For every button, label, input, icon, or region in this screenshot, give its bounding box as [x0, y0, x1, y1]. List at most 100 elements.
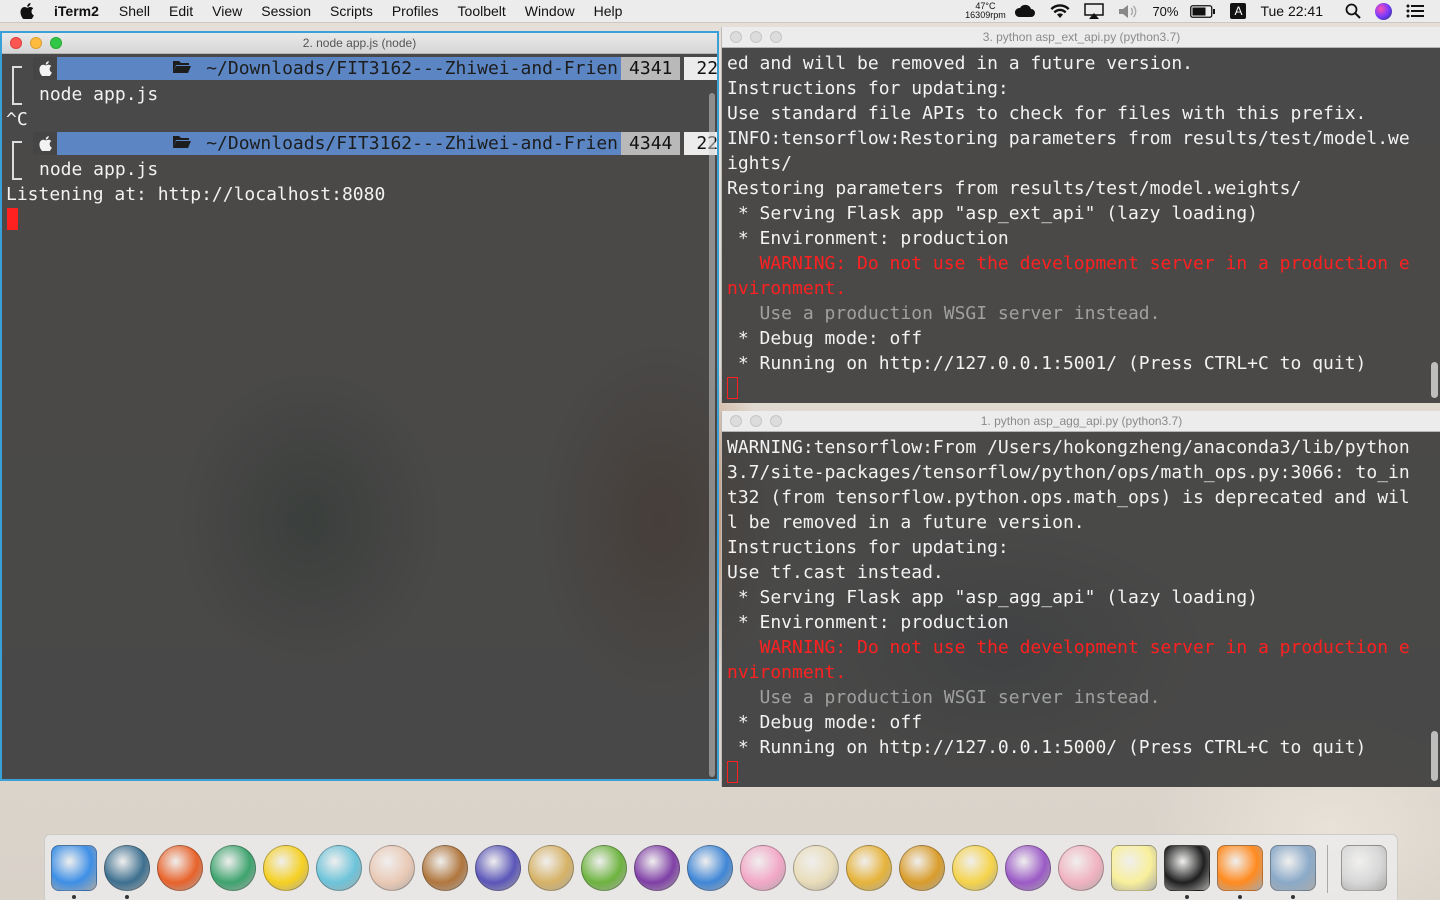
- log-line: * Debug mode: off: [727, 712, 923, 733]
- window-title: 2. node app.js (node): [302, 36, 417, 50]
- notification-center-icon[interactable]: [1406, 4, 1424, 18]
- clefairy-icon[interactable]: [1058, 845, 1104, 891]
- snorlax-icon[interactable]: [104, 845, 150, 891]
- zoom-window-button[interactable]: [50, 37, 62, 49]
- menu-shell[interactable]: Shell: [119, 3, 150, 19]
- preview-icon[interactable]: [1270, 845, 1316, 891]
- minimize-window-button[interactable]: [30, 37, 42, 49]
- psyduck-icon[interactable]: [952, 845, 998, 891]
- menu-edit[interactable]: Edit: [169, 3, 193, 19]
- log-line: INFO:tensorflow:Restoring parameters fro…: [727, 128, 1410, 149]
- menu-bar: iTerm2 Shell Edit View Session Scripts P…: [0, 0, 1440, 23]
- terminal-cursor: [727, 377, 738, 399]
- minimize-window-button[interactable]: [750, 31, 762, 43]
- spotlight-search-icon[interactable]: [1345, 3, 1361, 19]
- window-titlebar[interactable]: 1. python asp_agg_api.py (python3.7): [722, 411, 1440, 432]
- temperature-widget[interactable]: 47°C 16309rpm: [964, 2, 1006, 20]
- terminal-window-ext-api[interactable]: 3. python asp_ext_api.py (python3.7) ed …: [721, 27, 1440, 403]
- meowth-icon[interactable]: [793, 845, 839, 891]
- battery-percent: 70%: [1152, 3, 1179, 19]
- window-titlebar[interactable]: 2. node app.js (node): [2, 33, 717, 54]
- vertical-scrollbar[interactable]: [709, 93, 715, 777]
- hint-line: Use a production WSGI server instead.: [727, 303, 1161, 324]
- terminal-content[interactable]: ~/Downloads/FIT3162---Zhiwei-and-Frien 4…: [2, 54, 717, 779]
- kadabra-icon[interactable]: [899, 845, 945, 891]
- menu-help[interactable]: Help: [594, 3, 623, 19]
- pikachu-icon[interactable]: [263, 845, 309, 891]
- command-line: node app.js: [39, 159, 159, 180]
- log-line: * Running on http://127.0.0.1:5000/ (Pre…: [727, 737, 1367, 758]
- prompt-path: ~/Downloads/FIT3162---Zhiwei-and-Frien: [57, 57, 622, 80]
- warning-line: nvironment.: [727, 278, 847, 299]
- airplay-icon[interactable]: [1084, 3, 1105, 19]
- dock: [44, 834, 1398, 900]
- running-indicator: [72, 895, 76, 899]
- hint-line: Use a production WSGI server instead.: [727, 687, 1161, 708]
- apple-menu-icon[interactable]: [18, 2, 36, 20]
- menu-window[interactable]: Window: [525, 3, 575, 19]
- siri-icon[interactable]: [1375, 2, 1392, 20]
- finder-icon[interactable]: [51, 845, 97, 891]
- prompt-path-text: ~/Downloads/FIT3162---Zhiwei-and-Frien: [195, 58, 619, 79]
- rattata-icon[interactable]: [1005, 845, 1051, 891]
- drowzee-icon[interactable]: [528, 845, 574, 891]
- vertical-scrollbar[interactable]: [1431, 362, 1438, 398]
- window-title: 1. python asp_agg_api.py (python3.7): [980, 414, 1183, 428]
- terminal-icon[interactable]: [1164, 845, 1210, 891]
- zoom-window-button[interactable]: [770, 415, 782, 427]
- bulbasaur-icon[interactable]: [210, 845, 256, 891]
- running-indicator: [125, 895, 129, 899]
- prompt-bracket-bottom: [12, 165, 22, 180]
- menu-clock[interactable]: Tue 22:41: [1260, 3, 1323, 19]
- grimer-icon[interactable]: [634, 845, 680, 891]
- log-line: Instructions for updating:: [727, 537, 1009, 558]
- menu-app-name[interactable]: iTerm2: [54, 3, 99, 19]
- menu-view[interactable]: View: [212, 3, 242, 19]
- menu-profiles[interactable]: Profiles: [392, 3, 439, 19]
- menu-toolbelt[interactable]: Toolbelt: [458, 3, 506, 19]
- vertical-scrollbar[interactable]: [1431, 731, 1438, 781]
- torchic-icon[interactable]: [157, 845, 203, 891]
- input-source-icon[interactable]: A: [1230, 3, 1247, 19]
- battery-icon[interactable]: [1190, 4, 1216, 18]
- terminal-window-node[interactable]: 2. node app.js (node) ~/Downloads/FIT316…: [0, 31, 719, 781]
- log-line: * Serving Flask app "asp_agg_api" (lazy …: [727, 587, 1259, 608]
- minimize-window-button[interactable]: [750, 415, 762, 427]
- close-window-button[interactable]: [10, 37, 22, 49]
- server-output-line: Listening at: http://localhost:8080: [6, 184, 386, 205]
- wifi-icon[interactable]: [1050, 3, 1070, 19]
- menu-session[interactable]: Session: [261, 3, 311, 19]
- trash-icon[interactable]: [1341, 845, 1387, 891]
- abra-icon[interactable]: [846, 845, 892, 891]
- log-line: WARNING:tensorflow:From /Users/hokongzhe…: [727, 437, 1410, 458]
- sublime-text-icon[interactable]: [1217, 845, 1263, 891]
- marill-icon[interactable]: [687, 845, 733, 891]
- cloud-icon[interactable]: [1014, 4, 1036, 18]
- zoom-window-button[interactable]: [770, 31, 782, 43]
- volume-icon[interactable]: [1118, 4, 1138, 19]
- menu-scripts[interactable]: Scripts: [330, 3, 373, 19]
- zubat-icon[interactable]: [475, 845, 521, 891]
- terminal-window-agg-api[interactable]: 1. python asp_agg_api.py (python3.7) WAR…: [721, 411, 1440, 787]
- close-window-button[interactable]: [730, 31, 742, 43]
- stickies-icon[interactable]: [1111, 845, 1157, 891]
- prompt-time: 22:40:21: [684, 57, 717, 80]
- dock-separator: [1327, 845, 1328, 893]
- input-source-label: A: [1230, 3, 1247, 19]
- window-titlebar[interactable]: 3. python asp_ext_api.py (python3.7): [722, 27, 1440, 48]
- natu-icon[interactable]: [581, 845, 627, 891]
- squirtle-icon[interactable]: [316, 845, 362, 891]
- prompt-history-number: 4344: [621, 132, 681, 155]
- terminal-content[interactable]: WARNING:tensorflow:From /Users/hokongzhe…: [722, 432, 1440, 787]
- close-window-button[interactable]: [730, 415, 742, 427]
- log-line: Instructions for updating:: [727, 78, 1009, 99]
- log-line: ed and will be removed in a future versi…: [727, 53, 1193, 74]
- eevee-icon[interactable]: [422, 845, 468, 891]
- running-indicator: [1185, 895, 1189, 899]
- running-indicator: [1238, 895, 1242, 899]
- log-line: * Serving Flask app "asp_ext_api" (lazy …: [727, 203, 1259, 224]
- window-title: 3. python asp_ext_api.py (python3.7): [982, 30, 1181, 44]
- jigglypuff-icon[interactable]: [740, 845, 786, 891]
- mankey-icon[interactable]: [369, 845, 415, 891]
- terminal-content[interactable]: ed and will be removed in a future versi…: [722, 48, 1440, 403]
